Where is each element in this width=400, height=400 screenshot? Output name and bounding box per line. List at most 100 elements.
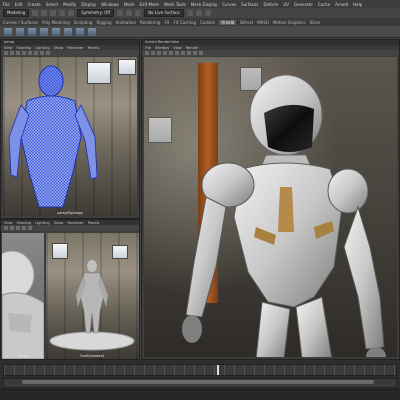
camera-icon[interactable] [4, 226, 8, 230]
save-scene-icon[interactable] [50, 10, 57, 16]
light-icon[interactable] [28, 226, 32, 230]
shelf-tab-fx-caching[interactable]: FX Caching [174, 20, 196, 25]
render-menu-window[interactable]: Window [155, 46, 169, 50]
shelf-tab-rigging[interactable]: Rigging [96, 20, 111, 25]
menu-select[interactable]: Select [46, 2, 58, 7]
render-icon[interactable] [145, 51, 149, 55]
exposure-icon[interactable] [181, 51, 185, 55]
compare-icon[interactable] [175, 51, 179, 55]
texture-icon[interactable] [22, 226, 26, 230]
shelf-tab-poly[interactable]: Poly Modeling [42, 20, 70, 25]
settings-icon[interactable] [199, 51, 203, 55]
menu-generate[interactable]: Generate [294, 2, 313, 7]
isolate-icon[interactable] [40, 51, 44, 55]
menu-arnold[interactable]: Arnold [335, 2, 348, 7]
panel-menu-view[interactable]: View [4, 221, 13, 225]
menu-file[interactable]: File [3, 2, 10, 7]
ipr-render-icon[interactable] [195, 10, 202, 16]
range-slider[interactable] [3, 378, 397, 388]
shelf-tab-curves[interactable]: Curves / Surfaces [3, 20, 38, 25]
snap-curve-icon[interactable] [126, 10, 133, 16]
photometric-light-icon[interactable] [52, 27, 60, 36]
current-time-indicator[interactable] [217, 365, 219, 375]
snap-point-icon[interactable] [135, 10, 142, 16]
mesh-light-icon[interactable] [40, 27, 48, 36]
panel-menu-show[interactable]: Show [54, 46, 64, 50]
menu-mesh-display[interactable]: Mesh Display [191, 2, 218, 7]
menu-cache[interactable]: Cache [318, 2, 330, 7]
menu-create[interactable]: Create [27, 2, 40, 7]
menu-help[interactable]: Help [353, 2, 362, 7]
new-scene-icon[interactable] [32, 10, 39, 16]
render-menu-view[interactable]: View [173, 46, 182, 50]
snapshot-icon[interactable] [169, 51, 173, 55]
shelf-tab-custom[interactable]: Custom [200, 20, 215, 25]
menu-modify[interactable]: Modify [63, 2, 76, 7]
command-line[interactable] [0, 389, 400, 400]
smooth-shade-icon[interactable] [16, 51, 20, 55]
close-up-viewport[interactable]: persp [2, 233, 44, 359]
xray-icon[interactable] [46, 51, 50, 55]
panel-menu-show[interactable]: Show [54, 221, 64, 225]
physical-sky-icon[interactable] [64, 27, 72, 36]
shelf-tab-fx[interactable]: FX [164, 20, 169, 25]
arnold-render-icon[interactable] [4, 27, 12, 36]
open-scene-icon[interactable] [41, 10, 48, 16]
light-icon[interactable] [28, 51, 32, 55]
shelf-tab-bifrost[interactable]: Bifrost [240, 20, 253, 25]
panel-menu-view[interactable]: View [4, 46, 13, 50]
time-slider[interactable] [3, 364, 397, 376]
zoom-icon[interactable] [193, 51, 197, 55]
undo-icon[interactable] [59, 10, 66, 16]
panel-menu-renderer[interactable]: Renderer [67, 46, 83, 50]
render-viewport[interactable] [144, 57, 397, 357]
render-menu-file[interactable]: File [145, 46, 151, 50]
wireframe-viewport[interactable]: persp/Topology [3, 57, 137, 216]
wireframe-icon[interactable] [10, 51, 14, 55]
menu-set-dropdown[interactable]: Modeling [3, 9, 30, 17]
panel-menu-shading[interactable]: Shading [17, 221, 32, 225]
panel-menu-lighting[interactable]: Lighting [35, 46, 50, 50]
menu-curves[interactable]: Curves [222, 2, 236, 7]
shelf-tab-sculpt[interactable]: Sculpting [74, 20, 93, 25]
menu-edit[interactable]: Edit [15, 2, 23, 7]
skydome-light-icon[interactable] [28, 27, 36, 36]
crop-icon[interactable] [163, 51, 167, 55]
shelf-tab-animation[interactable]: Animation [116, 20, 136, 25]
menu-mesh-tools[interactable]: Mesh Tools [164, 2, 186, 7]
stop-icon[interactable] [151, 51, 155, 55]
redo-icon[interactable] [68, 10, 75, 16]
render-settings-icon[interactable] [204, 10, 211, 16]
shelf-tab-arnold[interactable]: Arnold [219, 19, 237, 25]
menu-edit-mesh[interactable]: Edit Mesh [140, 2, 160, 7]
shadow-icon[interactable] [34, 51, 38, 55]
panel-menu-renderer[interactable]: Renderer [67, 221, 83, 225]
shelf-tab-rendering[interactable]: Rendering [140, 20, 160, 25]
panel-menu-panels[interactable]: Panels [88, 221, 100, 225]
menu-surfaces[interactable]: Surfaces [241, 2, 258, 7]
shelf-tab-motion-graphics[interactable]: Motion Graphics [273, 20, 306, 25]
smooth-shade-icon[interactable] [16, 226, 20, 230]
menu-uv[interactable]: UV [283, 2, 289, 7]
render-menu-render[interactable]: Render [186, 46, 199, 50]
shelf-tab-xgen[interactable]: XGen [309, 20, 320, 25]
menu-display[interactable]: Display [81, 2, 96, 7]
range-handle[interactable] [22, 380, 374, 384]
live-surface-field[interactable]: No Live Surface [144, 9, 184, 17]
channel-icon[interactable] [187, 51, 191, 55]
menu-windows[interactable]: Windows [101, 2, 119, 7]
snap-grid-icon[interactable] [117, 10, 124, 16]
texture-icon[interactable] [22, 51, 26, 55]
wireframe-icon[interactable] [10, 226, 14, 230]
area-light-icon[interactable] [16, 27, 24, 36]
panel-menu-lighting[interactable]: Lighting [35, 221, 50, 225]
standin-icon[interactable] [76, 27, 84, 36]
panel-menu-shading[interactable]: Shading [17, 46, 32, 50]
render-icon[interactable] [186, 10, 193, 16]
menu-mesh[interactable]: Mesh [124, 2, 135, 7]
panel-menu-panels[interactable]: Panels [88, 46, 100, 50]
menu-deform[interactable]: Deform [263, 2, 278, 7]
camera-icon[interactable] [4, 51, 8, 55]
front-viewport[interactable]: front/camera1 [46, 233, 139, 359]
shelf-tab-mash[interactable]: MASH [257, 20, 269, 25]
